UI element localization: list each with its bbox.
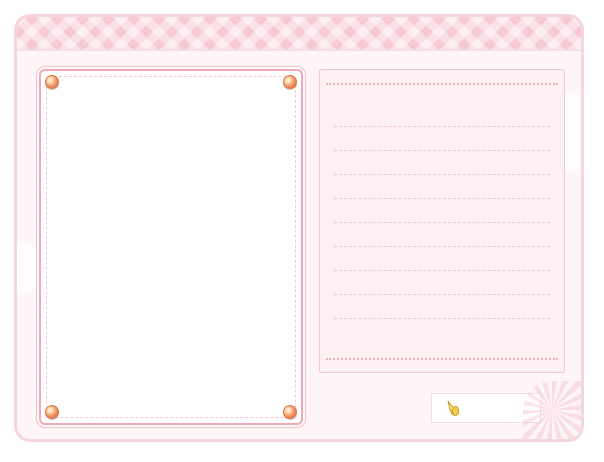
- photo-frame[interactable]: [39, 69, 303, 425]
- note-line[interactable]: [334, 174, 550, 175]
- pushpin-icon: [45, 75, 59, 89]
- top-decorative-band: [17, 17, 581, 51]
- note-line[interactable]: [334, 198, 550, 199]
- note-card[interactable]: [319, 69, 565, 373]
- note-top-divider: [326, 83, 558, 85]
- corner-decoration: [523, 381, 581, 439]
- pushpin-icon: [283, 405, 297, 419]
- note-line[interactable]: [334, 246, 550, 247]
- pushpin-icon: [45, 405, 59, 419]
- note-bottom-divider: [326, 358, 558, 360]
- note-line[interactable]: [334, 126, 550, 127]
- note-line[interactable]: [334, 294, 550, 295]
- note-line[interactable]: [334, 150, 550, 151]
- note-line[interactable]: [334, 318, 550, 319]
- note-line[interactable]: [334, 270, 550, 271]
- mouse-cursor-icon: [447, 400, 460, 416]
- note-line[interactable]: [334, 222, 550, 223]
- pushpin-icon: [283, 75, 297, 89]
- app-frame: [14, 14, 584, 442]
